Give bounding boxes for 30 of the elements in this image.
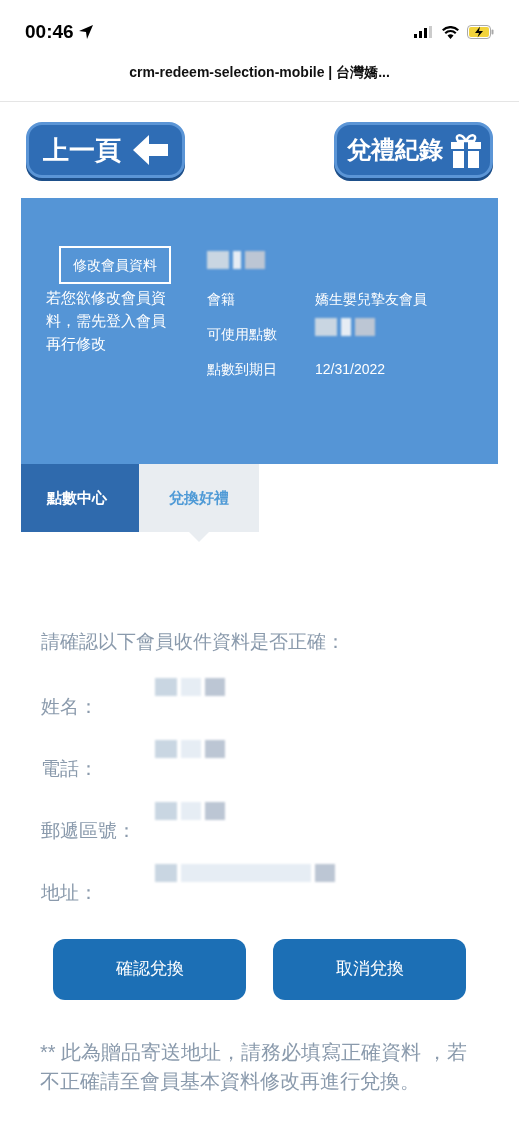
field-label: 點數到期日 [207,360,278,379]
redacted-value [155,738,225,759]
field-label: 姓名： [41,695,99,720]
field-value: 12/31/2022 [315,360,386,379]
edit-member-button[interactable]: 修改會員資料 [59,246,171,284]
page-title: crm-redeem-selection-mobile | 台灣嬌... [129,63,390,82]
confirm-prompt: 請確認以下會員收件資料是否正確： [41,630,346,654]
gift-icon [450,132,481,168]
field-value: 嬌生嬰兒摯友會員 [315,290,427,309]
tab[interactable]: 點數中心 [21,464,139,532]
field-label: 電話： [41,757,99,782]
field-label: 地址： [41,881,99,906]
back-button[interactable]: 上一頁 [26,122,185,178]
gift-history-button[interactable]: 兌禮紀錄 [334,122,493,178]
redacted-value [155,676,225,697]
location-arrow-icon [77,24,94,40]
left-arrow-icon [132,135,169,165]
redacted-value [155,800,225,821]
wifi-icon [442,25,459,39]
battery-charging-icon [467,25,494,39]
edit-note: 若您欲修改會員資料，需先登入會員再行修改 [46,288,167,354]
signal-icon [414,26,434,38]
notice-text: ** 此為贈品寄送地址，請務必填寫正確資料 ，若不正確請至會員基本資料修改再進行兌換。 [40,1039,468,1094]
action-button[interactable]: 取消兌換 [273,938,466,1000]
status-time: 00:46 [25,19,74,44]
field-label: 會籍 [207,290,236,309]
action-button[interactable]: 確認兌換 [53,938,246,1000]
field-label: 郵遞區號： [41,819,137,844]
field-label: 可使用點數 [207,325,278,344]
redacted-value [207,250,265,270]
